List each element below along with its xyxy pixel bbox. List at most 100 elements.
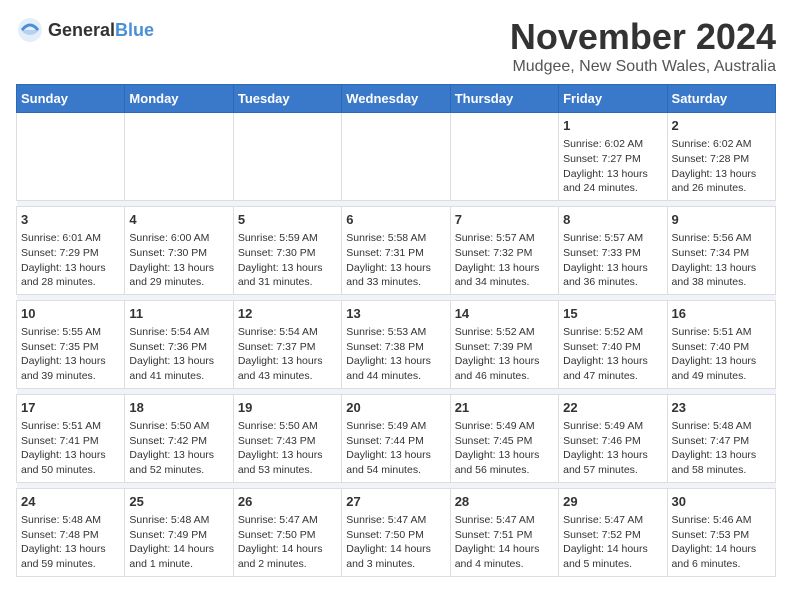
calendar-cell: 25Sunrise: 5:48 AM Sunset: 7:49 PM Dayli…	[125, 488, 233, 576]
calendar-cell: 18Sunrise: 5:50 AM Sunset: 7:42 PM Dayli…	[125, 394, 233, 482]
page-subtitle: Mudgee, New South Wales, Australia	[510, 58, 776, 76]
calendar-header-row: SundayMondayTuesdayWednesdayThursdayFrid…	[17, 85, 776, 113]
day-info: Sunrise: 5:51 AM Sunset: 7:40 PM Dayligh…	[672, 325, 771, 384]
calendar-week-5: 24 Sunrise: 5:48 AM Sunset: 7:48 PM Dayli…	[17, 488, 776, 576]
day-number: 24	[21, 493, 120, 511]
calendar-cell: 28 Sunrise: 5:47 AM Sunset: 7:51 PM Dayli…	[450, 488, 558, 576]
calendar-cell: 26 Sunrise: 5:47 AM Sunset: 7:50 PM Dayli…	[233, 488, 341, 576]
calendar-cell: 29Sunrise: 5:47 AM Sunset: 7:52 PM Dayli…	[559, 488, 667, 576]
calendar-cell: 27 Sunrise: 5:47 AM Sunset: 7:50 PM Dayli…	[342, 488, 450, 576]
calendar-week-2: 3 Sunrise: 6:01 AM Sunset: 7:29 PM Daylig…	[17, 206, 776, 294]
day-info: Sunrise: 5:54 AM Sunset: 7:37 PM Dayligh…	[238, 325, 337, 384]
title-block: November 2024 Mudgee, New South Wales, A…	[510, 16, 776, 76]
calendar-cell: 6Sunrise: 5:58 AM Sunset: 7:31 PM Daylig…	[342, 206, 450, 294]
header-tuesday: Tuesday	[233, 85, 341, 113]
day-info: Sunrise: 5:48 AM Sunset: 7:48 PM Dayligh…	[21, 513, 120, 572]
day-info: Sunrise: 5:48 AM Sunset: 7:47 PM Dayligh…	[672, 419, 771, 478]
calendar-cell	[342, 113, 450, 201]
calendar-cell: 1Sunrise: 6:02 AM Sunset: 7:27 PM Daylig…	[559, 113, 667, 201]
day-info: Sunrise: 6:00 AM Sunset: 7:30 PM Dayligh…	[129, 231, 228, 290]
day-number: 6	[346, 211, 445, 229]
calendar-cell: 22Sunrise: 5:49 AM Sunset: 7:46 PM Dayli…	[559, 394, 667, 482]
day-number: 21	[455, 399, 554, 417]
day-info: Sunrise: 6:02 AM Sunset: 7:28 PM Dayligh…	[672, 137, 771, 196]
header-wednesday: Wednesday	[342, 85, 450, 113]
day-info: Sunrise: 5:47 AM Sunset: 7:50 PM Dayligh…	[346, 513, 445, 572]
calendar-cell: 11 Sunrise: 5:54 AM Sunset: 7:36 PM Dayli…	[125, 300, 233, 388]
logo: GeneralBlue	[16, 16, 154, 44]
calendar-cell: 10 Sunrise: 5:55 AM Sunset: 7:35 PM Dayli…	[17, 300, 125, 388]
day-info: Sunrise: 5:50 AM Sunset: 7:43 PM Dayligh…	[238, 419, 337, 478]
day-info: Sunrise: 5:56 AM Sunset: 7:34 PM Dayligh…	[672, 231, 771, 290]
calendar-cell: 16 Sunrise: 5:51 AM Sunset: 7:40 PM Dayli…	[667, 300, 775, 388]
calendar-cell: 19 Sunrise: 5:50 AM Sunset: 7:43 PM Dayli…	[233, 394, 341, 482]
calendar-week-3: 10 Sunrise: 5:55 AM Sunset: 7:35 PM Dayli…	[17, 300, 776, 388]
calendar-cell: 14Sunrise: 5:52 AM Sunset: 7:39 PM Dayli…	[450, 300, 558, 388]
header-saturday: Saturday	[667, 85, 775, 113]
calendar-week-1: 1Sunrise: 6:02 AM Sunset: 7:27 PM Daylig…	[17, 113, 776, 201]
logo-icon	[16, 16, 44, 44]
calendar-cell: 4 Sunrise: 6:00 AM Sunset: 7:30 PM Daylig…	[125, 206, 233, 294]
day-number: 22	[563, 399, 662, 417]
calendar-week-4: 17Sunrise: 5:51 AM Sunset: 7:41 PM Dayli…	[17, 394, 776, 482]
day-number: 26	[238, 493, 337, 511]
day-number: 30	[672, 493, 771, 511]
day-number: 15	[563, 305, 662, 323]
calendar-cell: 21 Sunrise: 5:49 AM Sunset: 7:45 PM Dayli…	[450, 394, 558, 482]
calendar-cell: 15Sunrise: 5:52 AM Sunset: 7:40 PM Dayli…	[559, 300, 667, 388]
day-number: 8	[563, 211, 662, 229]
day-info: Sunrise: 5:52 AM Sunset: 7:39 PM Dayligh…	[455, 325, 554, 384]
calendar-cell: 24 Sunrise: 5:48 AM Sunset: 7:48 PM Dayli…	[17, 488, 125, 576]
day-info: Sunrise: 5:50 AM Sunset: 7:42 PM Dayligh…	[129, 419, 228, 478]
calendar-cell: 17Sunrise: 5:51 AM Sunset: 7:41 PM Dayli…	[17, 394, 125, 482]
calendar-cell: 12 Sunrise: 5:54 AM Sunset: 7:37 PM Dayli…	[233, 300, 341, 388]
day-info: Sunrise: 5:53 AM Sunset: 7:38 PM Dayligh…	[346, 325, 445, 384]
header-monday: Monday	[125, 85, 233, 113]
day-info: Sunrise: 5:55 AM Sunset: 7:35 PM Dayligh…	[21, 325, 120, 384]
day-number: 10	[21, 305, 120, 323]
header-friday: Friday	[559, 85, 667, 113]
calendar-cell: 7 Sunrise: 5:57 AM Sunset: 7:32 PM Daylig…	[450, 206, 558, 294]
day-number: 3	[21, 211, 120, 229]
day-number: 19	[238, 399, 337, 417]
day-info: Sunrise: 5:47 AM Sunset: 7:51 PM Dayligh…	[455, 513, 554, 572]
day-number: 11	[129, 305, 228, 323]
day-number: 9	[672, 211, 771, 229]
header: GeneralBlue November 2024 Mudgee, New So…	[16, 16, 776, 76]
day-info: Sunrise: 5:47 AM Sunset: 7:50 PM Dayligh…	[238, 513, 337, 572]
day-number: 7	[455, 211, 554, 229]
calendar-table: SundayMondayTuesdayWednesdayThursdayFrid…	[16, 84, 776, 577]
day-number: 12	[238, 305, 337, 323]
header-thursday: Thursday	[450, 85, 558, 113]
day-number: 16	[672, 305, 771, 323]
day-info: Sunrise: 6:02 AM Sunset: 7:27 PM Dayligh…	[563, 137, 662, 196]
calendar-cell: 8 Sunrise: 5:57 AM Sunset: 7:33 PM Daylig…	[559, 206, 667, 294]
day-number: 4	[129, 211, 228, 229]
page-title: November 2024	[510, 16, 776, 58]
calendar-cell: 2 Sunrise: 6:02 AM Sunset: 7:28 PM Daylig…	[667, 113, 775, 201]
day-info: Sunrise: 5:46 AM Sunset: 7:53 PM Dayligh…	[672, 513, 771, 572]
day-info: Sunrise: 5:57 AM Sunset: 7:33 PM Dayligh…	[563, 231, 662, 290]
header-sunday: Sunday	[17, 85, 125, 113]
day-info: Sunrise: 5:48 AM Sunset: 7:49 PM Dayligh…	[129, 513, 228, 572]
calendar-cell: 30 Sunrise: 5:46 AM Sunset: 7:53 PM Dayli…	[667, 488, 775, 576]
day-info: Sunrise: 5:59 AM Sunset: 7:30 PM Dayligh…	[238, 231, 337, 290]
day-info: Sunrise: 6:01 AM Sunset: 7:29 PM Dayligh…	[21, 231, 120, 290]
calendar-cell	[233, 113, 341, 201]
day-info: Sunrise: 5:54 AM Sunset: 7:36 PM Dayligh…	[129, 325, 228, 384]
day-number: 13	[346, 305, 445, 323]
calendar-cell: 13 Sunrise: 5:53 AM Sunset: 7:38 PM Dayli…	[342, 300, 450, 388]
day-number: 23	[672, 399, 771, 417]
day-info: Sunrise: 5:57 AM Sunset: 7:32 PM Dayligh…	[455, 231, 554, 290]
day-number: 28	[455, 493, 554, 511]
day-number: 27	[346, 493, 445, 511]
day-number: 5	[238, 211, 337, 229]
logo-general: General	[48, 20, 115, 40]
calendar-cell: 23 Sunrise: 5:48 AM Sunset: 7:47 PM Dayli…	[667, 394, 775, 482]
day-info: Sunrise: 5:51 AM Sunset: 7:41 PM Dayligh…	[21, 419, 120, 478]
day-number: 2	[672, 117, 771, 135]
calendar-cell: 9 Sunrise: 5:56 AM Sunset: 7:34 PM Daylig…	[667, 206, 775, 294]
day-info: Sunrise: 5:49 AM Sunset: 7:45 PM Dayligh…	[455, 419, 554, 478]
calendar-cell: 5 Sunrise: 5:59 AM Sunset: 7:30 PM Daylig…	[233, 206, 341, 294]
calendar-cell: 3 Sunrise: 6:01 AM Sunset: 7:29 PM Daylig…	[17, 206, 125, 294]
